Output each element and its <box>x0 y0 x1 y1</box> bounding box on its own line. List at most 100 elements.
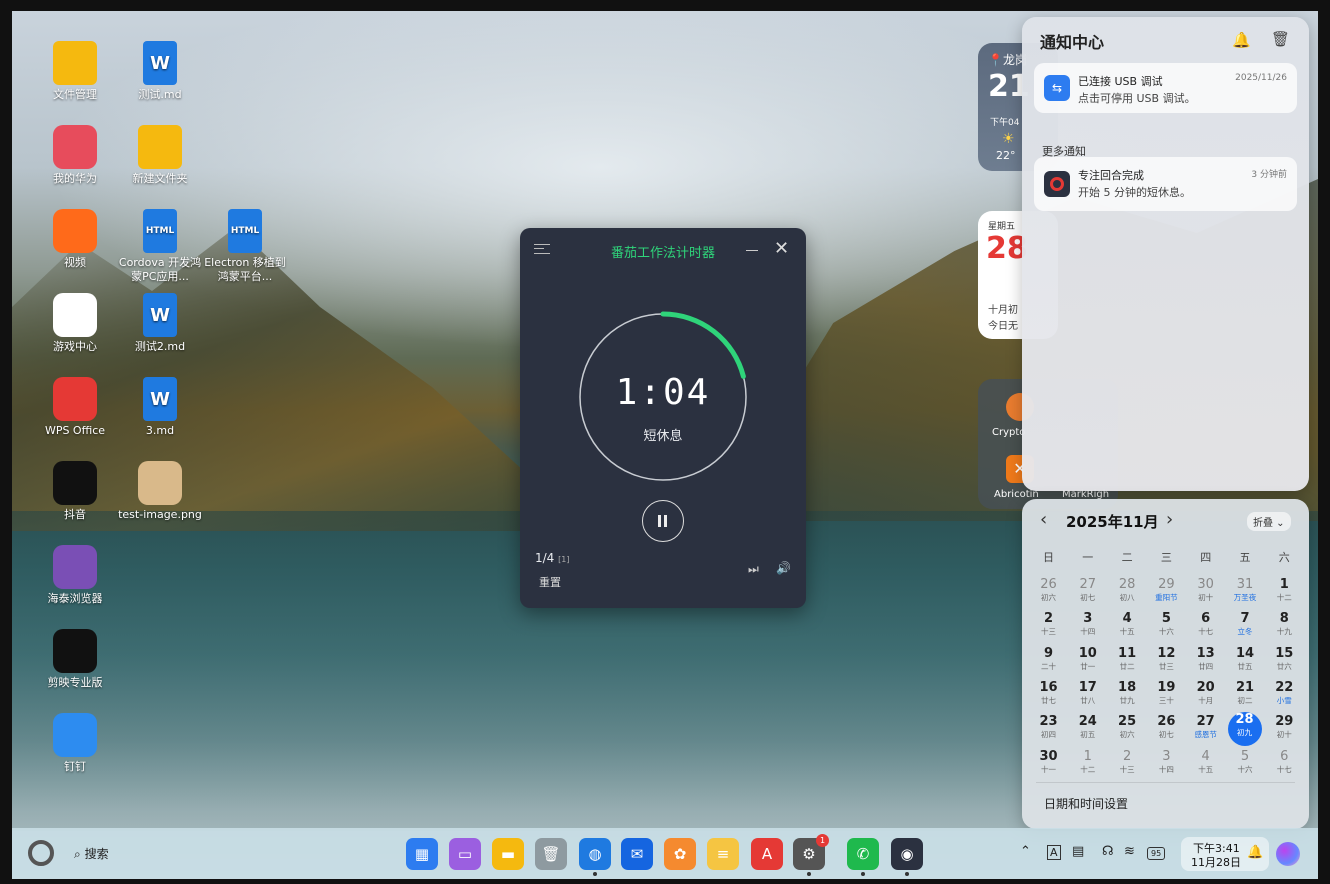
calendar-day[interactable]: 5 十六 <box>1147 611 1186 643</box>
calendar-day[interactable]: 22 小雪 <box>1265 680 1304 712</box>
taskbar-trash[interactable]: 🗑 <box>535 838 567 870</box>
clear-notifications-icon[interactable]: 🗑 <box>1271 30 1290 48</box>
desktop-icon-browser[interactable]: 海泰浏览器 <box>30 545 120 606</box>
battery-icon[interactable]: 95 <box>1147 847 1166 860</box>
calendar-day-lunar: 廿九 <box>1119 695 1135 705</box>
start-button[interactable] <box>28 840 54 866</box>
calendar-day[interactable]: 18 廿九 <box>1108 680 1147 712</box>
desktop-icon-test2-md[interactable]: W 测试2.md <box>115 293 205 354</box>
calendar-day[interactable]: 27 感恩节 <box>1186 714 1225 746</box>
taskbar-browser[interactable]: ◍ <box>579 838 611 876</box>
focus-notification-body: 开始 5 分钟的短休息。 <box>1078 186 1191 199</box>
wechat-icon: ✆ <box>856 845 870 863</box>
calendar-day[interactable]: 2 十三 <box>1029 611 1068 643</box>
taskbar-photos[interactable]: ✿ <box>664 838 696 870</box>
calendar-day-lunar: 廿八 <box>1080 695 1096 705</box>
calendar-day[interactable]: 21 初二 <box>1226 680 1265 712</box>
desktop-icon-test-image[interactable]: test-image.png <box>115 461 205 522</box>
calendar-day[interactable]: 2 十三 <box>1108 749 1147 781</box>
calendar-day[interactable]: 29 重阳节 <box>1147 577 1186 609</box>
minimize-button[interactable] <box>746 250 758 251</box>
reset-button[interactable]: 重置 <box>539 574 561 590</box>
calendar-day[interactable]: 17 廿八 <box>1068 680 1107 712</box>
desktop-icon-game-center[interactable]: 游戏中心 <box>30 293 120 354</box>
calendar-day[interactable]: 5 十六 <box>1226 749 1265 781</box>
calendar-day[interactable]: 31 万圣夜 <box>1226 577 1265 609</box>
volume-icon[interactable]: 🔊 <box>776 561 791 575</box>
calendar-day[interactable]: 30 初十 <box>1186 577 1225 609</box>
wifi-icon[interactable]: ≋ <box>1124 844 1135 859</box>
calendar-day-lunar: 十七 <box>1198 627 1214 637</box>
calendar-day[interactable]: 24 初五 <box>1068 714 1107 746</box>
calendar-day[interactable]: 23 初四 <box>1029 714 1068 746</box>
desktop-icon-capcut[interactable]: 剪映专业版 <box>30 629 120 690</box>
calendar-day[interactable]: 29 初十 <box>1265 714 1304 746</box>
calendar-day[interactable]: 9 二十 <box>1029 646 1068 678</box>
calendar-day[interactable]: 14 廿五 <box>1226 646 1265 678</box>
calendar-day[interactable]: 15 廿六 <box>1265 646 1304 678</box>
calendar-day[interactable]: 27 初七 <box>1068 577 1107 609</box>
calendar-day[interactable]: 12 廿三 <box>1147 646 1186 678</box>
desktop-icon-dingtalk[interactable]: 钉钉 <box>30 713 120 774</box>
calendar-day-lunar: 廿四 <box>1198 661 1214 671</box>
calendar-day[interactable]: 4 十五 <box>1108 611 1147 643</box>
desktop-icon-douyin[interactable]: 抖音 <box>30 461 120 522</box>
desktop-icon-electron-html[interactable]: HTML Electron 移植到鸿蒙平台... <box>200 209 290 284</box>
calendar-day[interactable]: 28 初九 <box>1227 712 1262 747</box>
calendar-day[interactable]: 3 十四 <box>1147 749 1186 781</box>
taskbar-multitask[interactable]: ▭ <box>449 838 481 870</box>
desktop-icon-test-md[interactable]: W 测试.md <box>115 41 205 102</box>
calendar-day[interactable]: 19 三十 <box>1147 680 1186 712</box>
desktop-icon-my-huawei[interactable]: 我的华为 <box>30 125 120 186</box>
fold-button[interactable]: 折叠 ⌄ <box>1247 512 1291 531</box>
calendar-day[interactable]: 8 十九 <box>1265 611 1304 643</box>
calendar-day[interactable]: 6 十七 <box>1265 749 1304 781</box>
pause-button[interactable] <box>642 500 684 542</box>
calendar-day[interactable]: 16 廿七 <box>1029 680 1068 712</box>
input-method-icon[interactable]: A <box>1047 845 1061 860</box>
calendar-day[interactable]: 7 立冬 <box>1226 611 1265 643</box>
chevron-right-icon[interactable]: › <box>1166 509 1173 530</box>
calendar-day[interactable]: 6 十七 <box>1186 611 1225 643</box>
assistant-icon[interactable] <box>1276 842 1300 866</box>
headphones-icon[interactable]: ☊ <box>1102 844 1114 859</box>
calendar-day[interactable]: 26 初六 <box>1029 577 1068 609</box>
desktop-icon-cordova-html[interactable]: HTML Cordova 开发鸿蒙PC应用... <box>115 209 205 284</box>
calendar-day[interactable]: 30 十一 <box>1029 749 1068 781</box>
clipboard-icon[interactable]: ▤ <box>1072 844 1084 859</box>
calendar-day[interactable]: 25 初六 <box>1108 714 1147 746</box>
taskbar-files[interactable]: ▬ <box>492 838 524 870</box>
calendar-day[interactable]: 4 十五 <box>1186 749 1225 781</box>
desktop-icon-video[interactable]: 视频 <box>30 209 120 270</box>
calendar-day[interactable]: 3 十四 <box>1068 611 1107 643</box>
taskbar-app-launcher[interactable]: ▦ <box>406 838 438 870</box>
usb-notification[interactable]: ⇆ 已连接 USB 调试 点击可停用 USB 调试。 2025/11/26 <box>1034 63 1297 113</box>
notification-settings-icon[interactable]: 🔔 <box>1232 31 1251 49</box>
clock[interactable]: 下午3:41 11月28日 🔔 <box>1181 837 1269 871</box>
taskbar-notes[interactable]: ≡ <box>707 838 739 870</box>
calendar-day[interactable]: 10 廿一 <box>1068 646 1107 678</box>
skip-icon[interactable]: ⏭ <box>748 562 759 577</box>
calendar-day[interactable]: 1 十二 <box>1265 577 1304 609</box>
desktop-icon-file-manager[interactable]: 文件管理 <box>30 41 120 102</box>
calendar-day[interactable]: 11 廿二 <box>1108 646 1147 678</box>
calendar-day[interactable]: 20 十月 <box>1186 680 1225 712</box>
calendar-day[interactable]: 26 初七 <box>1147 714 1186 746</box>
chevron-up-icon[interactable]: ⌃ <box>1020 844 1031 859</box>
taskbar-mail[interactable]: ✉ <box>621 838 653 870</box>
taskbar-settings[interactable]: ⚙ 1 <box>793 834 829 876</box>
desktop-icon-new-folder[interactable]: 新建文件夹 <box>115 125 205 186</box>
taskbar-appgallery[interactable]: A <box>751 838 783 870</box>
calendar-day[interactable]: 1 十二 <box>1068 749 1107 781</box>
search-button[interactable]: ⌕ 搜索 <box>74 845 109 862</box>
taskbar-pomodoro[interactable]: ◉ <box>891 838 923 876</box>
close-button[interactable]: ✕ <box>774 238 789 259</box>
focus-notification[interactable]: 专注回合完成 开始 5 分钟的短休息。 3 分钟前 <box>1034 157 1297 211</box>
desktop-icon-3-md[interactable]: W 3.md <box>115 377 205 438</box>
taskbar-wechat[interactable]: ✆ <box>847 838 879 876</box>
datetime-settings-link[interactable]: 日期和时间设置 <box>1044 795 1128 812</box>
desktop-icon-wps[interactable]: WPS Office <box>30 377 120 438</box>
calendar-day[interactable]: 28 初八 <box>1108 577 1147 609</box>
chevron-left-icon[interactable]: ‹ <box>1040 509 1047 530</box>
calendar-day[interactable]: 13 廿四 <box>1186 646 1225 678</box>
